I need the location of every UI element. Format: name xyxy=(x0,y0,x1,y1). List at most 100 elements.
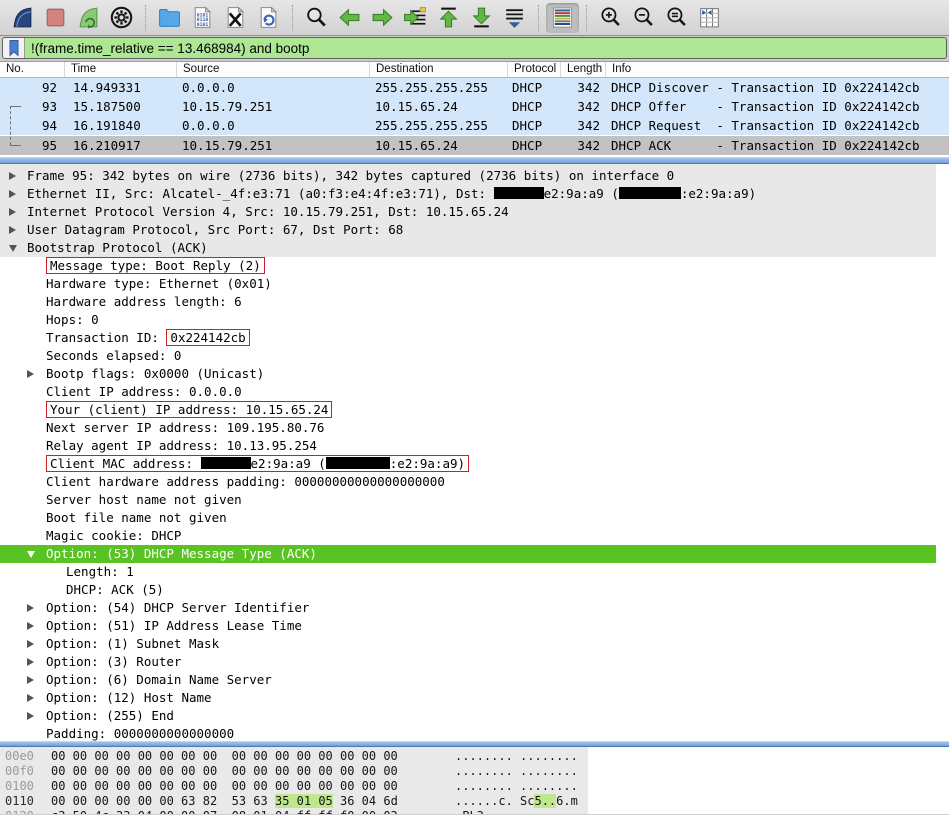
expand-triangle-icon[interactable] xyxy=(27,621,34,630)
expand-triangle-icon[interactable] xyxy=(9,189,16,198)
packet-row-selected[interactable]: 95 16.210917 10.15.79.251 10.15.65.24 DHCP 34… xyxy=(0,136,949,155)
detail-line[interactable]: DHCP: ACK (5) xyxy=(0,581,949,599)
detail-text: Padding: 0000000000000000 xyxy=(46,726,234,741)
resize-columns-icon[interactable] xyxy=(693,3,726,33)
column-header-length[interactable]: Length xyxy=(561,62,606,77)
find-packet-icon[interactable] xyxy=(300,3,333,33)
hex-row[interactable]: 0100 00 00 00 00 00 00 00 00 00 00 00 00 … xyxy=(0,779,949,794)
expand-triangle-icon[interactable] xyxy=(27,711,34,720)
go-to-packet-icon[interactable] xyxy=(399,3,432,33)
hex-row[interactable]: 00f0 00 00 00 00 00 00 00 00 00 00 00 00 … xyxy=(0,764,949,779)
wireshark-window: 0101 0110 0101 !(frame.time_relative == … xyxy=(0,0,949,815)
detail-line[interactable]: Message type: Boot Reply (2) xyxy=(0,257,949,275)
expand-triangle-icon[interactable] xyxy=(9,225,16,234)
detail-line[interactable]: Option: (6) Domain Name Server xyxy=(0,671,949,689)
auto-scroll-icon[interactable] xyxy=(498,3,531,33)
detail-line[interactable]: Seconds elapsed: 0 xyxy=(0,347,949,365)
expand-triangle-icon[interactable] xyxy=(27,693,34,702)
packet-row[interactable]: 93 15.187500 10.15.79.251 10.15.65.24 DHCP 34… xyxy=(0,97,949,116)
zoom-out-icon[interactable] xyxy=(627,3,660,33)
detail-line[interactable]: Frame 95: 342 bytes on wire (2736 bits),… xyxy=(0,167,949,185)
expand-triangle-icon[interactable] xyxy=(27,657,34,666)
expand-triangle-icon[interactable] xyxy=(27,675,34,684)
save-file-icon[interactable]: 0101 0110 0101 xyxy=(186,3,219,33)
detail-line[interactable]: Bootp flags: 0x0000 (Unicast) xyxy=(0,365,949,383)
hex-row[interactable]: 0110 00 00 00 00 00 00 63 82 53 63 35 01 … xyxy=(0,794,949,809)
expand-triangle-icon[interactable] xyxy=(9,207,16,216)
packet-cell: 342 xyxy=(577,80,600,95)
expand-triangle-icon[interactable] xyxy=(9,171,16,180)
detail-line[interactable]: Option: (1) Subnet Mask xyxy=(0,635,949,653)
detail-text: Option: (51) IP Address Lease Time xyxy=(46,618,302,633)
detail-line[interactable]: Hops: 0 xyxy=(0,311,949,329)
first-packet-icon[interactable] xyxy=(432,3,465,33)
next-packet-icon[interactable] xyxy=(366,3,399,33)
filter-bookmark-button[interactable] xyxy=(3,38,25,58)
detail-text-segment: Server host name not given xyxy=(46,492,242,507)
detail-line[interactable]: Bootstrap Protocol (ACK) xyxy=(0,239,949,257)
detail-text-segment: Bootp flags: 0x0000 (Unicast) xyxy=(46,366,265,381)
detail-line[interactable]: Hardware type: Ethernet (0x01) xyxy=(0,275,949,293)
detail-line[interactable]: Client hardware address padding: 0000000… xyxy=(0,473,949,491)
detail-text-segment: Option: (51) IP Address Lease Time xyxy=(46,618,302,633)
open-file-icon[interactable] xyxy=(153,3,186,33)
close-file-icon[interactable] xyxy=(219,3,252,33)
detail-line-selected[interactable]: Option: (53) DHCP Message Type (ACK) xyxy=(0,545,936,563)
colorize-icon[interactable] xyxy=(546,2,579,33)
display-filter-field[interactable] xyxy=(2,37,947,59)
hex-bytes-segment: 00 00 00 00 00 00 63 82 53 63 xyxy=(51,794,275,808)
detail-line[interactable]: Magic cookie: DHCP xyxy=(0,527,949,545)
pane-splitter-top[interactable] xyxy=(0,157,949,164)
packet-details-pane: Frame 95: 342 bytes on wire (2736 bits),… xyxy=(0,164,949,741)
detail-line[interactable]: Server host name not given xyxy=(0,491,949,509)
column-header-protocol[interactable]: Protocol xyxy=(508,62,561,77)
detail-line[interactable]: Transaction ID: 0x224142cb xyxy=(0,329,949,347)
detail-line[interactable]: Padding: 0000000000000000 xyxy=(0,725,949,741)
column-header-no[interactable]: No. xyxy=(0,62,65,77)
expand-triangle-icon[interactable] xyxy=(27,639,34,648)
expand-triangle-icon[interactable] xyxy=(27,369,34,378)
detail-line[interactable]: Boot file name not given xyxy=(0,509,949,527)
detail-line[interactable]: Option: (54) DHCP Server Identifier xyxy=(0,599,949,617)
stop-capture-icon[interactable] xyxy=(39,3,72,33)
related-packets-bracket-bottom xyxy=(10,145,21,146)
last-packet-icon[interactable] xyxy=(465,3,498,33)
zoom-in-icon[interactable] xyxy=(594,3,627,33)
detail-line[interactable]: Option: (255) End xyxy=(0,707,949,725)
detail-line[interactable]: Option: (12) Host Name xyxy=(0,689,949,707)
detail-line[interactable]: Hardware address length: 6 xyxy=(0,293,949,311)
collapse-triangle-icon[interactable] xyxy=(27,551,35,558)
detail-text-segment: Seconds elapsed: 0 xyxy=(46,348,182,363)
packet-row[interactable]: 92 14.949331 0.0.0.0 255.255.255.255 DHCP 342… xyxy=(0,78,949,97)
hex-row[interactable]: 0120c3 50 4c 33 04 00 00 07 08 01 04 ff … xyxy=(0,809,949,814)
reload-file-icon[interactable] xyxy=(252,3,285,33)
detail-line[interactable]: Relay agent IP address: 10.13.95.254 xyxy=(0,437,949,455)
detail-line[interactable]: Option: (51) IP Address Lease Time xyxy=(0,617,949,635)
column-header-source[interactable]: Source xyxy=(177,62,370,77)
packet-row[interactable]: 94 16.191840 0.0.0.0 255.255.255.255 DHCP 342… xyxy=(0,116,949,135)
detail-line[interactable]: Ethernet II, Src: Alcatel-_4f:e3:71 (a0:… xyxy=(0,185,949,203)
expand-triangle-icon[interactable] xyxy=(27,603,34,612)
detail-line[interactable]: Next server IP address: 109.195.80.76 xyxy=(0,419,949,437)
hex-row[interactable]: 00e0 00 00 00 00 00 00 00 00 00 00 00 00 … xyxy=(0,749,949,764)
column-header-info[interactable]: Info xyxy=(606,62,949,77)
detail-line[interactable]: Length: 1 xyxy=(0,563,949,581)
related-packets-bracket-line xyxy=(10,106,11,145)
hex-offset: 00f0 xyxy=(5,764,34,778)
display-filter-input[interactable] xyxy=(25,38,946,58)
zoom-original-icon[interactable] xyxy=(660,3,693,33)
capture-options-icon[interactable] xyxy=(105,3,138,33)
previous-packet-icon[interactable] xyxy=(333,3,366,33)
packet-cell: DHCP xyxy=(512,99,543,114)
start-capture-icon[interactable] xyxy=(6,3,39,33)
detail-line[interactable]: Option: (3) Router xyxy=(0,653,949,671)
collapse-triangle-icon[interactable] xyxy=(9,245,17,252)
detail-line[interactable]: Client IP address: 0.0.0.0 xyxy=(0,383,949,401)
column-header-destination[interactable]: Destination xyxy=(370,62,508,77)
detail-line[interactable]: Internet Protocol Version 4, Src: 10.15.… xyxy=(0,203,949,221)
restart-capture-icon[interactable] xyxy=(72,3,105,33)
column-header-time[interactable]: Time xyxy=(65,62,177,77)
detail-line[interactable]: Your (client) IP address: 10.15.65.24 xyxy=(0,401,949,419)
detail-line[interactable]: User Datagram Protocol, Src Port: 67, Ds… xyxy=(0,221,949,239)
detail-line[interactable]: Client MAC address: e2:9a:a9 (:e2:9a:a9) xyxy=(0,455,949,473)
